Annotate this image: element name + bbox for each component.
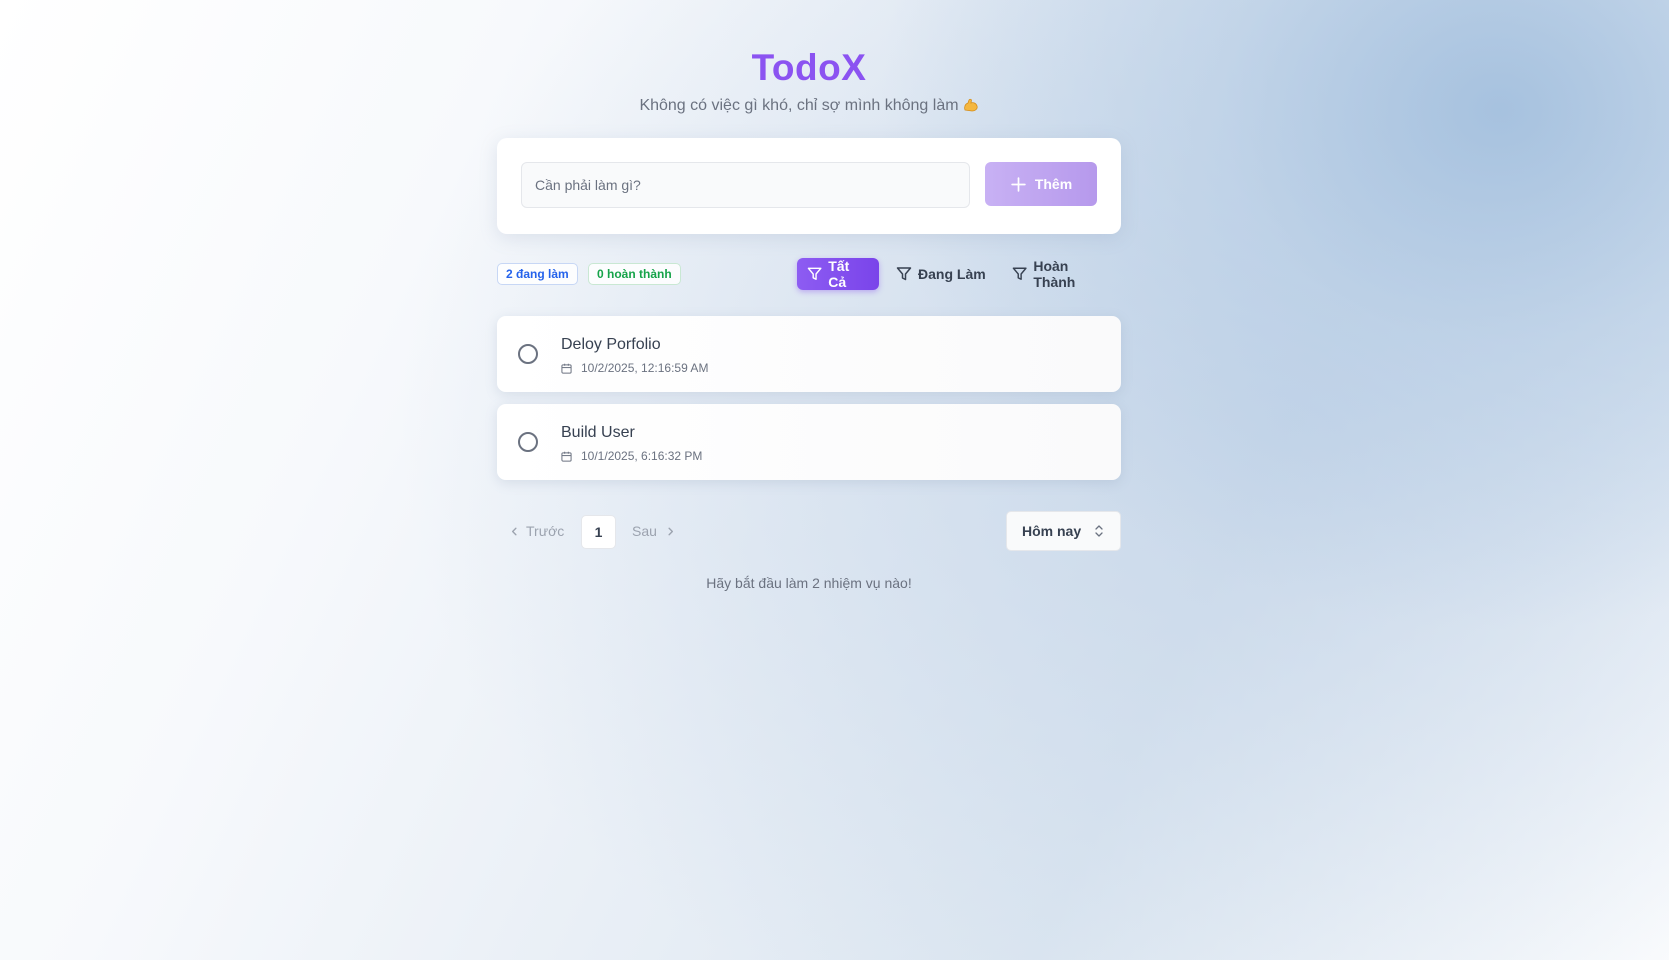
- filter-active-label: Đang Làm: [918, 266, 986, 282]
- date-range-select[interactable]: Hôm nay: [1006, 511, 1121, 551]
- pagination-row: Trước 1 Sau Hôm nay: [497, 511, 1121, 551]
- add-task-card: Thêm: [497, 138, 1121, 234]
- task-title: Deloy Porfolio: [561, 336, 661, 353]
- app-container: TodoX Không có việc gì khó, chỉ sợ mình …: [497, 0, 1121, 591]
- new-task-input[interactable]: [521, 162, 970, 208]
- task-item: Build User 10/1/2025, 6:16:32 PM: [497, 404, 1121, 480]
- task-date-text: 10/2/2025, 12:16:59 AM: [581, 361, 709, 375]
- task-date: 10/2/2025, 12:16:59 AM: [561, 361, 708, 375]
- funnel-icon: [807, 267, 822, 280]
- active-count-badge: 2 đang làm: [497, 263, 578, 285]
- chevron-right-icon: [668, 527, 673, 535]
- task-complete-toggle[interactable]: [518, 432, 538, 452]
- pagination-prev-button[interactable]: Trước: [509, 523, 564, 539]
- funnel-icon: [1012, 267, 1027, 280]
- pagination-page-1[interactable]: 1: [581, 515, 616, 549]
- filter-all-label: Tất Cả: [828, 258, 850, 290]
- app-subtitle: Không có việc gì khó, chỉ sợ mình không …: [497, 96, 1121, 116]
- add-task-button[interactable]: Thêm: [985, 162, 1097, 206]
- calendar-icon: [561, 363, 572, 374]
- calendar-icon: [561, 451, 572, 462]
- flexed-biceps-icon: [963, 98, 978, 112]
- completed-count-badge: 0 hoàn thành: [588, 263, 681, 285]
- pagination-prev-label: Trước: [526, 523, 565, 539]
- filter-all-button[interactable]: Tất Cả: [797, 258, 879, 290]
- task-title: Build User: [561, 424, 635, 441]
- chevron-left-icon: [511, 527, 517, 535]
- filter-completed-label: Hoàn Thành: [1033, 258, 1076, 290]
- filter-active-button[interactable]: Đang Làm: [886, 258, 996, 290]
- filter-toolbar: 2 đang làm 0 hoàn thành Tất Cả Đang Làm …: [497, 258, 1121, 292]
- pagination-next-label: Sau: [632, 523, 657, 539]
- task-complete-toggle[interactable]: [518, 344, 538, 364]
- app-title: TodoX: [751, 47, 867, 88]
- subtitle-text: Không có việc gì khó, chỉ sợ mình không …: [639, 97, 959, 114]
- task-date: 10/1/2025, 6:16:32 PM: [561, 449, 702, 463]
- date-range-value: Hôm nay: [1022, 523, 1082, 539]
- task-date-text: 10/1/2025, 6:16:32 PM: [581, 449, 703, 463]
- footer-message: Hãy bắt đầu làm 2 nhiệm vụ nào!: [706, 575, 912, 591]
- pagination-next-button[interactable]: Sau: [632, 523, 676, 539]
- add-task-button-label: Thêm: [1034, 176, 1073, 192]
- plus-icon: [1011, 176, 1026, 192]
- filter-completed-button[interactable]: Hoàn Thành: [1002, 258, 1121, 290]
- chevrons-up-down-icon: [1095, 525, 1103, 537]
- task-item: Deloy Porfolio 10/2/2025, 12:16:59 AM: [497, 316, 1121, 392]
- funnel-icon: [896, 267, 912, 281]
